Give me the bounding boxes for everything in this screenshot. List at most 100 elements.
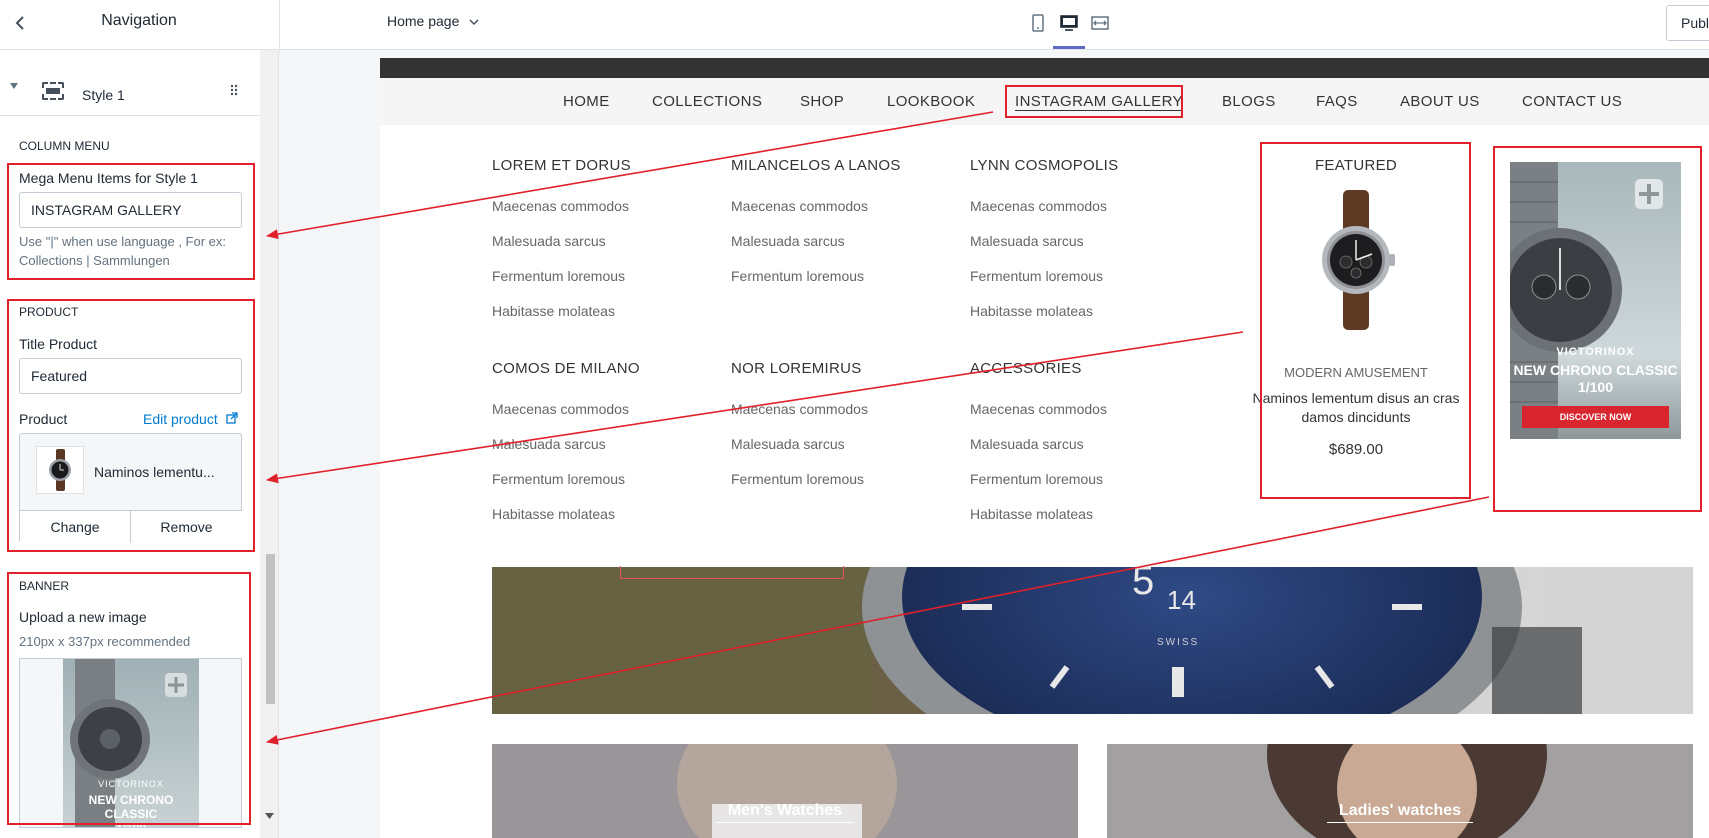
featured-product-name[interactable]: Naminos lementum disus an cras damos din… bbox=[1235, 389, 1477, 427]
help-line-1: Use "|" when use language , For ex: bbox=[19, 234, 226, 249]
banner-heading: BANNER bbox=[19, 579, 70, 593]
product-label: Product bbox=[19, 411, 68, 427]
column-title-nor[interactable]: NOR LOREMIRUS bbox=[731, 360, 862, 377]
chevron-down-icon bbox=[469, 17, 479, 29]
change-product-button[interactable]: Change bbox=[20, 510, 131, 543]
upload-image-label[interactable]: Upload a new image bbox=[19, 609, 147, 625]
menu-link[interactable]: Fermentum loremous bbox=[731, 471, 864, 487]
nav-faqs[interactable]: FAQS bbox=[1316, 93, 1358, 110]
menu-link[interactable]: Fermentum loremous bbox=[492, 471, 625, 487]
menu-link[interactable]: Maecenas commodos bbox=[492, 198, 629, 214]
banner-headline-line1: NEW CHRONO CLASSIC bbox=[1513, 362, 1678, 378]
product-thumbnail bbox=[36, 446, 84, 494]
banner-image-preview[interactable]: VICTORINOX NEW CHRONO CLASSIC 1/100 bbox=[19, 658, 242, 828]
nav-instagram-gallery[interactable]: INSTAGRAM GALLERY bbox=[1015, 93, 1183, 111]
mega-menu-field-label: Mega Menu Items for Style 1 bbox=[19, 170, 198, 186]
menu-link[interactable]: Maecenas commodos bbox=[731, 198, 868, 214]
style-block-header[interactable]: Style 1 bbox=[0, 60, 260, 116]
menu-link[interactable]: Malesuada sarcus bbox=[731, 436, 845, 452]
product-heading: PRODUCT bbox=[19, 305, 79, 319]
menu-link[interactable]: Habitasse molateas bbox=[492, 303, 615, 319]
column-title-milancelos[interactable]: MILANCELOS A LANOS bbox=[731, 157, 901, 174]
drag-handle-icon[interactable] bbox=[230, 84, 238, 99]
page-selector[interactable]: Home page bbox=[387, 13, 479, 29]
scrollbar-thumb[interactable] bbox=[266, 554, 275, 704]
ladies-watches-card[interactable]: Ladies' watches bbox=[1107, 744, 1693, 838]
menu-link[interactable]: Habitasse molateas bbox=[970, 506, 1093, 522]
sidebar-scrollbar[interactable] bbox=[260, 50, 278, 838]
banner-headline: NEW CHRONO CLASSIC 1/100 bbox=[1510, 362, 1681, 396]
scroll-down-arrow-icon[interactable] bbox=[265, 812, 274, 821]
remove-product-button[interactable]: Remove bbox=[131, 510, 242, 543]
nav-shop[interactable]: SHOP bbox=[800, 93, 844, 110]
mobile-view-icon[interactable] bbox=[1028, 12, 1048, 34]
promo-banner[interactable]: VICTORINOX NEW CHRONO CLASSIC 1/100 DISC… bbox=[1510, 162, 1681, 439]
desktop-view-icon[interactable] bbox=[1059, 12, 1079, 34]
banner-brand: VICTORINOX bbox=[1556, 346, 1635, 358]
title-product-label: Title Product bbox=[19, 336, 98, 352]
nav-contact-us[interactable]: CONTACT US bbox=[1522, 93, 1622, 110]
edit-product-link[interactable]: Edit product bbox=[143, 411, 238, 427]
banner-recommend-text: 210px x 337px recommended bbox=[19, 634, 191, 649]
external-link-icon bbox=[225, 412, 238, 427]
menu-link[interactable]: Malesuada sarcus bbox=[492, 233, 606, 249]
menu-link[interactable]: Maecenas commodos bbox=[492, 401, 629, 417]
sidebar-banner-headline-line1: NEW CHRONO CLASSIC bbox=[88, 793, 174, 821]
preview-top-bar bbox=[380, 58, 1709, 78]
column-title-accessories[interactable]: ACCESSORIES bbox=[970, 360, 1082, 377]
sidebar-banner-brand: VICTORINOX bbox=[98, 779, 164, 789]
column-title-lorem[interactable]: LOREM ET DORUS bbox=[492, 157, 631, 174]
mens-watches-label: Men's Watches bbox=[492, 802, 1078, 823]
mega-menu-nav: HOME COLLECTIONS SHOP LOOKBOOK INSTAGRAM… bbox=[380, 78, 1709, 125]
nav-home[interactable]: HOME bbox=[563, 93, 610, 110]
dial-swiss-text: SWISS bbox=[1157, 637, 1200, 648]
mens-watches-card[interactable]: Men's Watches bbox=[492, 744, 1078, 838]
editor-topbar: Navigation Home page Publ bbox=[0, 0, 1709, 50]
menu-link[interactable]: Maecenas commodos bbox=[731, 401, 868, 417]
help-line-2: Collections | Sammlungen bbox=[19, 253, 170, 268]
storefront-preview: HOME COLLECTIONS SHOP LOOKBOOK INSTAGRAM… bbox=[380, 58, 1709, 838]
mega-menu-items-input[interactable]: INSTAGRAM GALLERY bbox=[19, 192, 242, 228]
nav-collections[interactable]: COLLECTIONS bbox=[652, 93, 762, 110]
menu-link[interactable]: Maecenas commodos bbox=[970, 198, 1107, 214]
menu-link[interactable]: Habitasse molateas bbox=[970, 303, 1093, 319]
menu-link[interactable]: Maecenas commodos bbox=[970, 401, 1107, 417]
sidebar-title: Navigation bbox=[101, 12, 177, 29]
menu-link[interactable]: Habitasse molateas bbox=[492, 506, 615, 522]
featured-vendor: MODERN AMUSEMENT bbox=[1284, 365, 1428, 380]
hero-frame-remnant bbox=[620, 566, 844, 579]
menu-link[interactable]: Malesuada sarcus bbox=[731, 233, 845, 249]
menu-link[interactable]: Malesuada sarcus bbox=[492, 436, 606, 452]
discover-now-button[interactable]: DISCOVER NOW bbox=[1522, 406, 1669, 428]
back-chevron-icon[interactable] bbox=[10, 12, 30, 34]
nav-about-us[interactable]: ABOUT US bbox=[1400, 93, 1480, 110]
menu-link[interactable]: Malesuada sarcus bbox=[970, 233, 1084, 249]
title-product-input[interactable]: Featured bbox=[19, 358, 242, 394]
featured-product-image[interactable] bbox=[1306, 190, 1406, 330]
menu-link[interactable]: Fermentum loremous bbox=[731, 268, 864, 284]
featured-title: FEATURED bbox=[1314, 157, 1398, 174]
mega-menu-help: Use "|" when use language , For ex: Coll… bbox=[19, 232, 245, 270]
menu-link[interactable]: Malesuada sarcus bbox=[970, 436, 1084, 452]
hero-watch-banner[interactable]: 5 14 SWISS bbox=[492, 567, 1693, 714]
caret-down-icon[interactable] bbox=[9, 82, 19, 92]
topbar-divider bbox=[279, 0, 280, 50]
column-title-lynn[interactable]: LYNN COSMOPOLIS bbox=[970, 157, 1118, 174]
product-picker-card: Naminos lementu... Change Remove bbox=[19, 433, 242, 543]
nav-lookbook[interactable]: LOOKBOOK bbox=[887, 93, 975, 110]
fullwidth-view-icon[interactable] bbox=[1090, 12, 1110, 34]
column-title-comos[interactable]: COMOS DE MILANO bbox=[492, 360, 640, 377]
edit-product-label: Edit product bbox=[143, 411, 218, 427]
publish-button[interactable]: Publ bbox=[1666, 5, 1709, 41]
ladies-watches-text: Ladies' watches bbox=[1326, 802, 1474, 823]
menu-link[interactable]: Fermentum loremous bbox=[492, 268, 625, 284]
product-name: Naminos lementu... bbox=[94, 464, 215, 480]
dial-number-14: 14 bbox=[1167, 585, 1196, 615]
menu-link[interactable]: Fermentum loremous bbox=[970, 268, 1103, 284]
page-selector-label: Home page bbox=[387, 13, 460, 29]
sidebar-banner-headline-line2: 1/100 bbox=[115, 821, 147, 828]
section-layout-icon bbox=[42, 82, 64, 100]
nav-blogs[interactable]: BLOGS bbox=[1222, 93, 1276, 110]
settings-sidebar: Style 1 COLUMN MENU Mega Menu Items for … bbox=[0, 50, 279, 838]
menu-link[interactable]: Fermentum loremous bbox=[970, 471, 1103, 487]
